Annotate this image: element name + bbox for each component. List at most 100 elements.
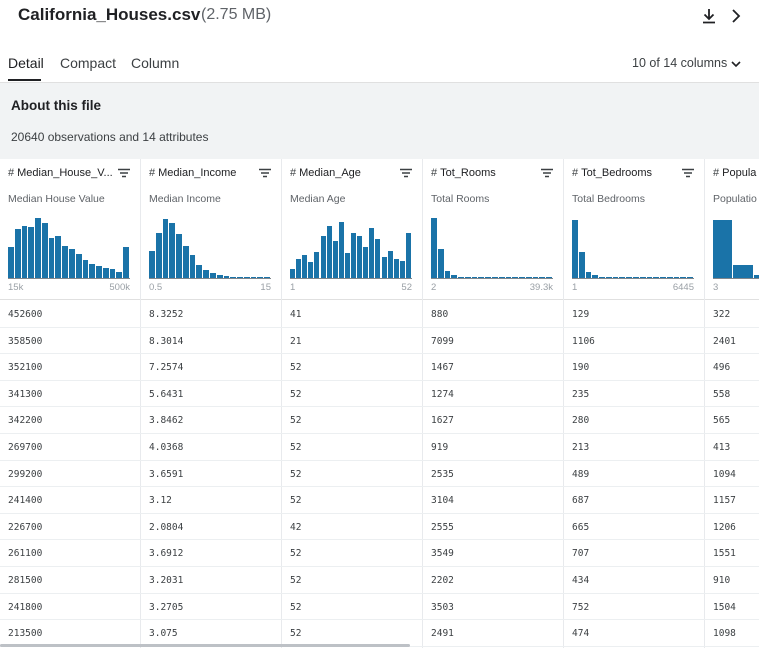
table-cell: 1274 xyxy=(431,388,454,400)
table-cell: 1157 xyxy=(713,495,736,507)
table-cell: 1094 xyxy=(713,468,736,480)
table-cell: 52 xyxy=(290,628,302,640)
table-row xyxy=(0,512,759,514)
table-row xyxy=(0,566,759,567)
column-header[interactable]: # Median_Income xyxy=(141,159,281,186)
histogram-bar xyxy=(182,246,189,278)
tab-compact[interactable]: Compact xyxy=(60,55,116,71)
table-cell: 129 xyxy=(572,309,590,320)
histogram-bar xyxy=(444,270,451,278)
header-divider xyxy=(705,299,759,300)
table-cell: 8.3252 xyxy=(149,309,184,320)
column-histogram[interactable] xyxy=(149,214,271,278)
column-name: # Median_Age xyxy=(290,167,361,179)
table-row xyxy=(0,539,759,541)
column-3: # Tot_Rooms Total Rooms 2 39.3k 880 7099 1467 12… xyxy=(423,159,564,648)
chevron-right-icon[interactable] xyxy=(729,6,743,26)
column-histogram[interactable] xyxy=(8,214,130,278)
about-title: About this file xyxy=(11,98,101,113)
histogram-bar xyxy=(363,247,369,278)
histogram-bar xyxy=(203,269,209,278)
table-cell: 3.6912 xyxy=(149,548,184,560)
table-cell: 1098 xyxy=(713,628,736,640)
table-cell: 42 xyxy=(290,521,302,533)
column-histogram[interactable] xyxy=(713,214,759,278)
histogram-bar xyxy=(578,252,585,278)
header-divider xyxy=(423,299,563,300)
histogram-bar xyxy=(75,254,82,278)
file-header: California_Houses.csv (2.75 MB) xyxy=(0,0,759,40)
horizontal-scrollbar[interactable] xyxy=(0,644,410,647)
table-row xyxy=(0,353,759,355)
table-cell: 52 xyxy=(290,388,302,400)
table-cell: 3104 xyxy=(431,495,454,507)
histogram-bar xyxy=(109,269,116,278)
column-5: # Popula Populatio 3 322 2401 496 558 565 413 1094… xyxy=(705,159,759,648)
table-cell: 281500 xyxy=(8,575,43,586)
column-header[interactable]: # Tot_Bedrooms xyxy=(564,159,704,186)
numeric-type-icon: # xyxy=(713,167,720,179)
download-icon[interactable] xyxy=(700,6,718,26)
data-table: # Median_House_V... Median House Value 15k 5… xyxy=(0,159,759,648)
table-cell: 707 xyxy=(572,548,590,560)
sort-icon[interactable] xyxy=(400,168,412,178)
histogram-axis xyxy=(431,278,553,279)
sort-icon[interactable] xyxy=(259,168,271,178)
table-cell: 1627 xyxy=(431,415,454,427)
sort-icon[interactable] xyxy=(118,168,130,178)
column-description: Median Age xyxy=(290,193,346,205)
table-cell: 213500 xyxy=(8,628,43,640)
column-header[interactable]: # Popula xyxy=(705,159,759,186)
range-max: 15 xyxy=(260,282,271,293)
histogram-bar xyxy=(196,264,203,278)
histogram-bar xyxy=(351,232,357,278)
table-cell: 261100 xyxy=(8,548,43,560)
chevron-down-icon[interactable] xyxy=(729,57,743,71)
table-cell: 496 xyxy=(713,362,731,374)
table-cell: 3.6591 xyxy=(149,468,184,480)
histogram-axis xyxy=(290,278,412,279)
table-cell: 322 xyxy=(713,309,731,320)
histogram-bar xyxy=(320,236,326,278)
histogram-bar xyxy=(176,233,182,278)
histogram-bar xyxy=(41,222,48,278)
histogram-bar xyxy=(21,225,28,278)
histogram-bar xyxy=(169,222,176,278)
histogram-bar xyxy=(572,220,578,278)
tab-column[interactable]: Column xyxy=(131,55,179,71)
table-cell: 52 xyxy=(290,548,302,560)
table-cell: 2.0804 xyxy=(149,521,184,533)
column-header[interactable]: # Median_Age xyxy=(282,159,422,186)
table-cell: 52 xyxy=(290,495,302,507)
histogram-bar xyxy=(8,247,14,278)
table-cell: 413 xyxy=(713,442,731,453)
column-4: # Tot_Bedrooms Total Bedrooms 1 6445 129 1106 1… xyxy=(564,159,705,648)
sort-icon[interactable] xyxy=(682,168,694,178)
column-histogram[interactable] xyxy=(290,214,412,278)
column-0: # Median_House_V... Median House Value 15k 5… xyxy=(0,159,141,648)
table-row xyxy=(0,459,759,461)
table-cell: 880 xyxy=(431,309,449,320)
histogram-bar xyxy=(48,237,55,278)
column-description: Total Bedrooms xyxy=(572,193,645,205)
histogram-axis xyxy=(572,278,694,279)
tab-detail[interactable]: Detail xyxy=(8,55,44,71)
columns-selector[interactable]: 10 of 14 columns xyxy=(632,56,727,70)
column-histogram[interactable] xyxy=(431,214,553,278)
numeric-type-icon: # xyxy=(290,167,297,179)
table-cell: 52 xyxy=(290,442,302,453)
numeric-type-icon: # xyxy=(149,167,156,179)
range-max: 6445 xyxy=(672,282,694,293)
column-name-text: Median_Income xyxy=(158,167,237,179)
table-cell: 1206 xyxy=(713,521,736,533)
column-header[interactable]: # Tot_Rooms xyxy=(423,159,563,186)
column-histogram[interactable] xyxy=(572,214,694,278)
sort-icon[interactable] xyxy=(541,168,553,178)
table-cell: 213 xyxy=(572,442,590,453)
table-cell: 342200 xyxy=(8,415,43,427)
table-cell: 919 xyxy=(431,442,449,453)
table-cell: 358500 xyxy=(8,335,43,347)
histogram-axis xyxy=(713,278,759,279)
table-cell: 3.12 xyxy=(149,495,172,507)
column-header[interactable]: # Median_House_V... xyxy=(0,159,140,186)
